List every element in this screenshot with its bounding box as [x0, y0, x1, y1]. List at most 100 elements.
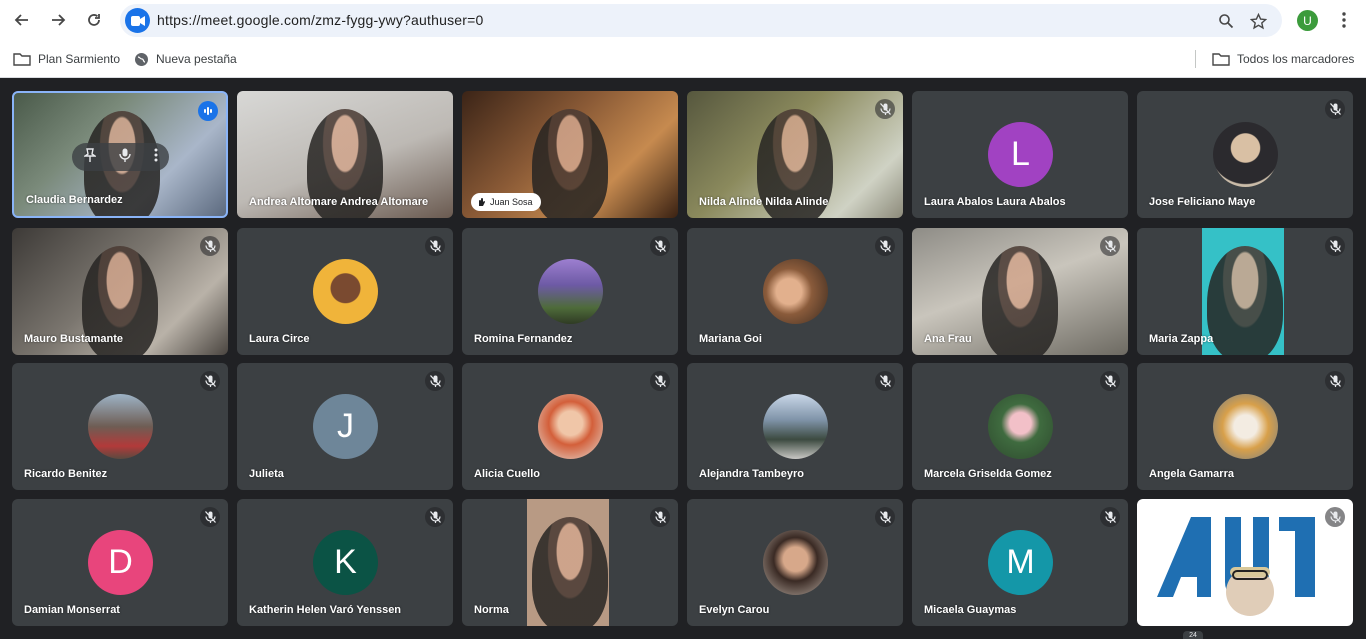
- participant-name: Marcela Griselda Gomez: [924, 468, 1052, 480]
- participant-name: Mariana Goi: [699, 333, 762, 345]
- participant-name: Claudia Bernardez: [26, 194, 123, 206]
- participant-name: Norma: [474, 604, 509, 616]
- participant-tile[interactable]: Angela Gamarra: [1137, 363, 1353, 490]
- star-icon[interactable]: [1247, 10, 1269, 32]
- mic-off-icon: [200, 236, 220, 256]
- participant-avatar: J: [313, 394, 378, 459]
- participant-tile[interactable]: M Micaela Guaymas: [912, 499, 1128, 626]
- bookmarks-bar: Plan Sarmiento Nueva pestaña Todos los m…: [0, 40, 1366, 78]
- organization-logo-icon: [1145, 507, 1345, 617]
- participant-tile[interactable]: Nilda Alinde Nilda Alinde: [687, 91, 903, 218]
- participant-tile[interactable]: L Laura Abalos Laura Abalos: [912, 91, 1128, 218]
- folder-icon: [1212, 53, 1230, 66]
- participant-tile[interactable]: Alejandra Tambeyro: [687, 363, 903, 490]
- participant-tile[interactable]: Mauro Bustamante: [12, 228, 228, 355]
- participant-tile[interactable]: Romina Fernandez: [462, 228, 678, 355]
- mic-off-icon: [200, 507, 220, 527]
- mic-off-icon: [1325, 507, 1345, 527]
- mic-off-icon: [1100, 236, 1120, 256]
- participant-name: Alejandra Tambeyro: [699, 468, 804, 480]
- participant-tile[interactable]: J Julieta: [237, 363, 453, 490]
- participant-tile[interactable]: Maria Zappa: [1137, 228, 1353, 355]
- forward-arrow-icon[interactable]: [46, 8, 70, 32]
- mic-off-icon: [1100, 507, 1120, 527]
- speaking-indicator-icon: [198, 101, 218, 121]
- bookmark-plan-sarmiento[interactable]: Plan Sarmiento: [13, 49, 120, 69]
- folder-icon: [13, 53, 31, 66]
- participant-video-figure: [532, 517, 608, 626]
- participant-avatar: K: [313, 530, 378, 595]
- participant-tile[interactable]: Ana Frau: [912, 228, 1128, 355]
- participant-name: Angela Gamarra: [1149, 468, 1234, 480]
- participant-tile[interactable]: Laura Circe: [237, 228, 453, 355]
- participant-tile[interactable]: Andrea Altomare Andrea Altomare: [237, 91, 453, 218]
- participant-name: Romina Fernandez: [474, 333, 573, 345]
- more-vert-icon[interactable]: [1334, 8, 1354, 32]
- mic-off-icon: [875, 236, 895, 256]
- participant-tile[interactable]: [1137, 499, 1353, 626]
- bookmark-nueva-pestana[interactable]: Nueva pestaña: [134, 49, 237, 69]
- participant-name: Juan Sosa: [490, 197, 533, 207]
- mic-off-icon: [425, 371, 445, 391]
- back-arrow-icon[interactable]: [10, 8, 34, 32]
- participant-name: Maria Zappa: [1149, 333, 1214, 345]
- mic-off-icon: [875, 99, 895, 119]
- participant-video-figure: [982, 246, 1058, 355]
- participant-name: Ana Frau: [924, 333, 972, 345]
- mic-off-icon: [200, 371, 220, 391]
- participant-name: Julieta: [249, 468, 284, 480]
- microphone-icon[interactable]: [118, 148, 131, 167]
- participant-count-badge[interactable]: 24: [1183, 631, 1203, 639]
- participant-tile[interactable]: Mariana Goi: [687, 228, 903, 355]
- participant-tile[interactable]: Alicia Cuello: [462, 363, 678, 490]
- participant-profile-photo: [313, 259, 378, 324]
- all-bookmarks-button[interactable]: Todos los marcadores: [1212, 49, 1354, 69]
- bookmark-label: Nueva pestaña: [156, 52, 237, 66]
- participant-name: Ricardo Benitez: [24, 468, 108, 480]
- participant-name-chip: Juan Sosa: [471, 193, 541, 211]
- participant-tile[interactable]: Norma: [462, 499, 678, 626]
- participant-tile[interactable]: Claudia Bernardez: [12, 91, 228, 218]
- participant-name: Damian Monserrat: [24, 604, 120, 616]
- participant-name: Evelyn Carou: [699, 604, 770, 616]
- participant-name: Andrea Altomare Andrea Altomare: [249, 196, 429, 208]
- participant-profile-photo: [538, 259, 603, 324]
- mic-off-icon: [650, 236, 670, 256]
- participant-tile[interactable]: K Katherin Helen Varó Yenssen: [237, 499, 453, 626]
- address-bar[interactable]: https://meet.google.com/zmz-fygg-ywy?aut…: [120, 4, 1282, 37]
- participant-profile-photo: [988, 394, 1053, 459]
- hand-raise-icon: [479, 198, 485, 206]
- browser-toolbar: https://meet.google.com/zmz-fygg-ywy?aut…: [0, 0, 1366, 40]
- more-options-icon[interactable]: [154, 148, 158, 167]
- participant-profile-photo: [88, 394, 153, 459]
- bottom-controls-strip: [0, 632, 1366, 639]
- mic-off-icon: [1325, 99, 1345, 119]
- mic-off-icon: [425, 236, 445, 256]
- reload-icon[interactable]: [82, 8, 106, 32]
- participant-name: Katherin Helen Varó Yenssen: [249, 604, 402, 616]
- mic-off-icon: [1325, 371, 1345, 391]
- zoom-icon[interactable]: [1215, 10, 1237, 32]
- tile-hover-controls: [72, 143, 169, 171]
- participant-profile-photo: [1213, 122, 1278, 187]
- participant-profile-photo: [538, 394, 603, 459]
- participant-tile[interactable]: Marcela Griselda Gomez: [912, 363, 1128, 490]
- mic-off-icon: [650, 507, 670, 527]
- url-text: https://meet.google.com/zmz-fygg-ywy?aut…: [157, 12, 484, 28]
- participant-name: Laura Circe: [249, 333, 310, 345]
- participant-name: Mauro Bustamante: [24, 333, 124, 345]
- participant-avatar: L: [988, 122, 1053, 187]
- participant-video-figure: [1207, 246, 1283, 355]
- mic-off-icon: [875, 507, 895, 527]
- participant-tile[interactable]: Ricardo Benitez: [12, 363, 228, 490]
- participant-tile[interactable]: D Damian Monserrat: [12, 499, 228, 626]
- participant-avatar: D: [88, 530, 153, 595]
- profile-avatar[interactable]: U: [1297, 10, 1318, 31]
- bookmarks-divider: [1195, 50, 1196, 68]
- participant-profile-photo: [763, 530, 828, 595]
- pin-icon[interactable]: [82, 147, 97, 167]
- participant-tile[interactable]: Evelyn Carou: [687, 499, 903, 626]
- participant-tile[interactable]: Jose Feliciano Maye: [1137, 91, 1353, 218]
- participant-tile[interactable]: Juan Sosa: [462, 91, 678, 218]
- globe-icon: [135, 52, 148, 66]
